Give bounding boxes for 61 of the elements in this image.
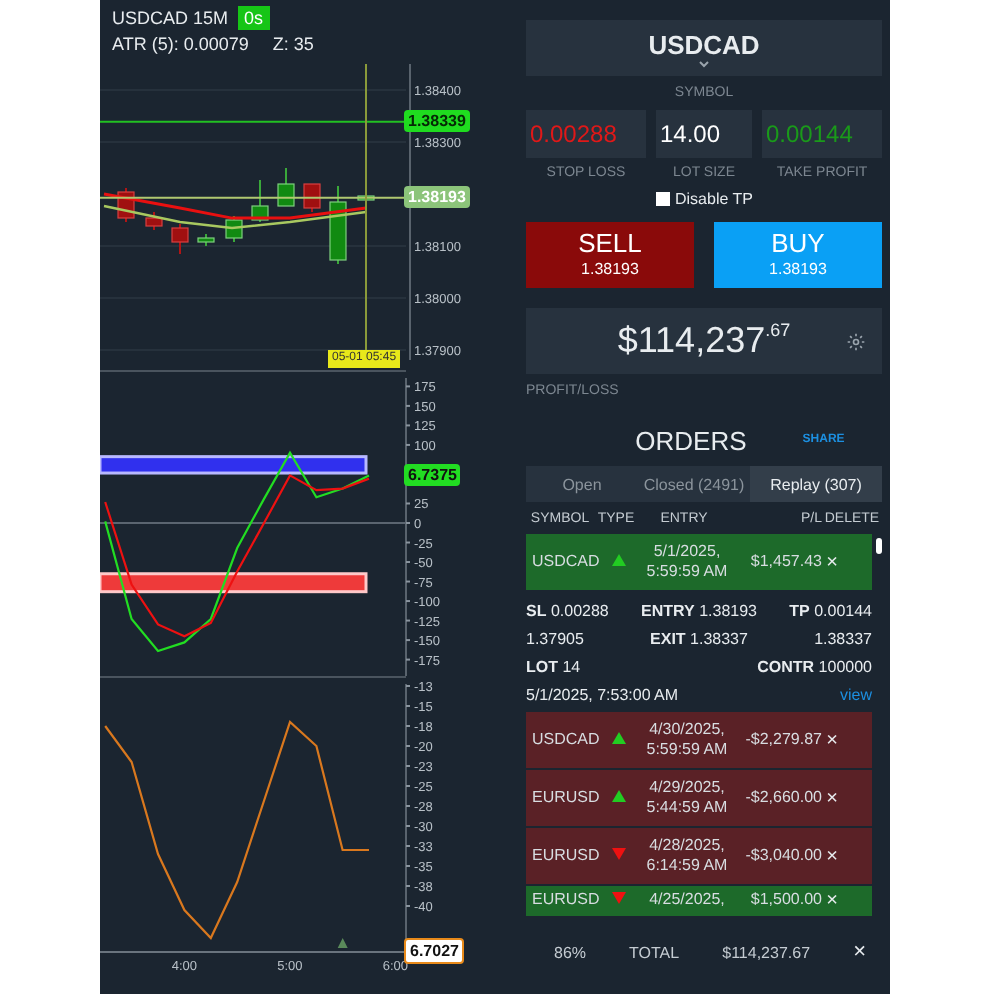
delete-button[interactable]: × bbox=[822, 890, 842, 912]
sell-button[interactable]: SELL 1.38193 bbox=[526, 222, 694, 288]
pl-cell-text: $1,457.43 bbox=[748, 552, 822, 572]
order-row[interactable]: EURUSD 4/25/2025, $1,500.00 × bbox=[526, 886, 872, 918]
close-button[interactable]: × bbox=[853, 940, 866, 964]
value-tag: 6.7375 bbox=[404, 463, 461, 486]
entry-cell-text: 4/28/2025, 6:14:59 AM bbox=[644, 836, 730, 876]
number-field[interactable]: 0.00144 bbox=[762, 110, 882, 158]
order-detail: SL 0.00288 bbox=[526, 601, 609, 619]
order-row[interactable]: EURUSD 4/28/2025, 6:14:59 AM -$3,040.00 × bbox=[526, 828, 872, 886]
number-field[interactable]: 14.00 bbox=[656, 110, 752, 158]
pl-cell-text: -$3,040.00 bbox=[743, 846, 822, 866]
price-tag: 1.38193 bbox=[404, 186, 470, 209]
price-tag: 1.38339 bbox=[404, 110, 470, 133]
order-row[interactable]: USDCAD 4/30/2025, 5:59:59 AM -$2,279.87 × bbox=[526, 712, 872, 770]
order-detail: TP 0.00144 bbox=[789, 601, 872, 619]
value-tag: 6.7027 bbox=[404, 938, 465, 964]
order-row[interactable]: EURUSD 4/29/2025, 5:44:59 AM -$2,660.00 × bbox=[526, 770, 872, 828]
total-label: TOTAL bbox=[629, 943, 680, 961]
entry-cell-text: 4/30/2025, 5:59:59 AM bbox=[644, 720, 730, 760]
order-detail: ENTRY 1.38193 bbox=[641, 601, 757, 619]
chevron-icon bbox=[698, 59, 710, 67]
pl-cell-text: $1,500.00 bbox=[748, 890, 822, 910]
delete-button[interactable]: × bbox=[822, 845, 842, 867]
symbol-cell-text: USDCAD bbox=[530, 730, 594, 750]
checkbox-label: Disable TP bbox=[675, 190, 753, 208]
section-title: ORDERS bbox=[635, 425, 747, 455]
order-detail: 1.37905 bbox=[526, 629, 584, 647]
timer-badge: 0s bbox=[238, 6, 270, 30]
close-time: 5/1/2025, 7:53:00 AM bbox=[526, 685, 679, 703]
order-row[interactable]: USDCAD 5/1/2025, 5:59:59 AM $1,457.43 × bbox=[526, 534, 872, 592]
tab[interactable]: Replay (307) bbox=[750, 466, 882, 502]
pl-cell-text: -$2,279.87 bbox=[743, 730, 822, 750]
delete-button[interactable]: × bbox=[822, 729, 842, 751]
symbol-cell-text: EURUSD bbox=[530, 890, 594, 910]
order-detail: 1.38337 bbox=[814, 629, 872, 647]
entry-cell-text: 4/25/2025, bbox=[647, 890, 727, 910]
scrollbar-thumb[interactable] bbox=[876, 538, 882, 554]
delete-button[interactable]: × bbox=[822, 551, 842, 573]
symbol-cell-text: EURUSD bbox=[530, 846, 594, 866]
percent-value: 86% bbox=[554, 943, 587, 961]
entry-cell-text: 5/1/2025, 5:59:59 AM bbox=[644, 542, 730, 582]
order-detail: LOT 14 bbox=[526, 657, 581, 675]
settings-icon[interactable] bbox=[846, 332, 866, 352]
order-detail: EXIT 1.38337 bbox=[650, 629, 748, 647]
total-value: $114,237.67 bbox=[722, 943, 811, 961]
view-link[interactable]: view bbox=[839, 685, 872, 703]
tab[interactable]: Closed (2491) bbox=[638, 466, 750, 502]
delete-button[interactable]: × bbox=[822, 787, 842, 809]
marker-icon bbox=[337, 938, 348, 948]
symbol-cell-text: EURUSD bbox=[530, 788, 594, 808]
atr-reading: ATR (5): 0.00079 bbox=[112, 34, 249, 54]
chart-symbol: USDCAD 15M bbox=[112, 8, 229, 28]
pl-cell-text: -$2,660.00 bbox=[743, 788, 822, 808]
entry-cell-text: 4/29/2025, 5:44:59 AM bbox=[644, 778, 730, 818]
order-detail: CONTR 100000 bbox=[757, 657, 872, 675]
checkbox[interactable] bbox=[655, 192, 669, 206]
symbol-select[interactable]: USDCAD bbox=[526, 20, 882, 76]
tab[interactable]: Open bbox=[526, 466, 638, 502]
z-reading: Z: 35 bbox=[272, 34, 314, 54]
symbol-cell-text: USDCAD bbox=[530, 552, 594, 572]
